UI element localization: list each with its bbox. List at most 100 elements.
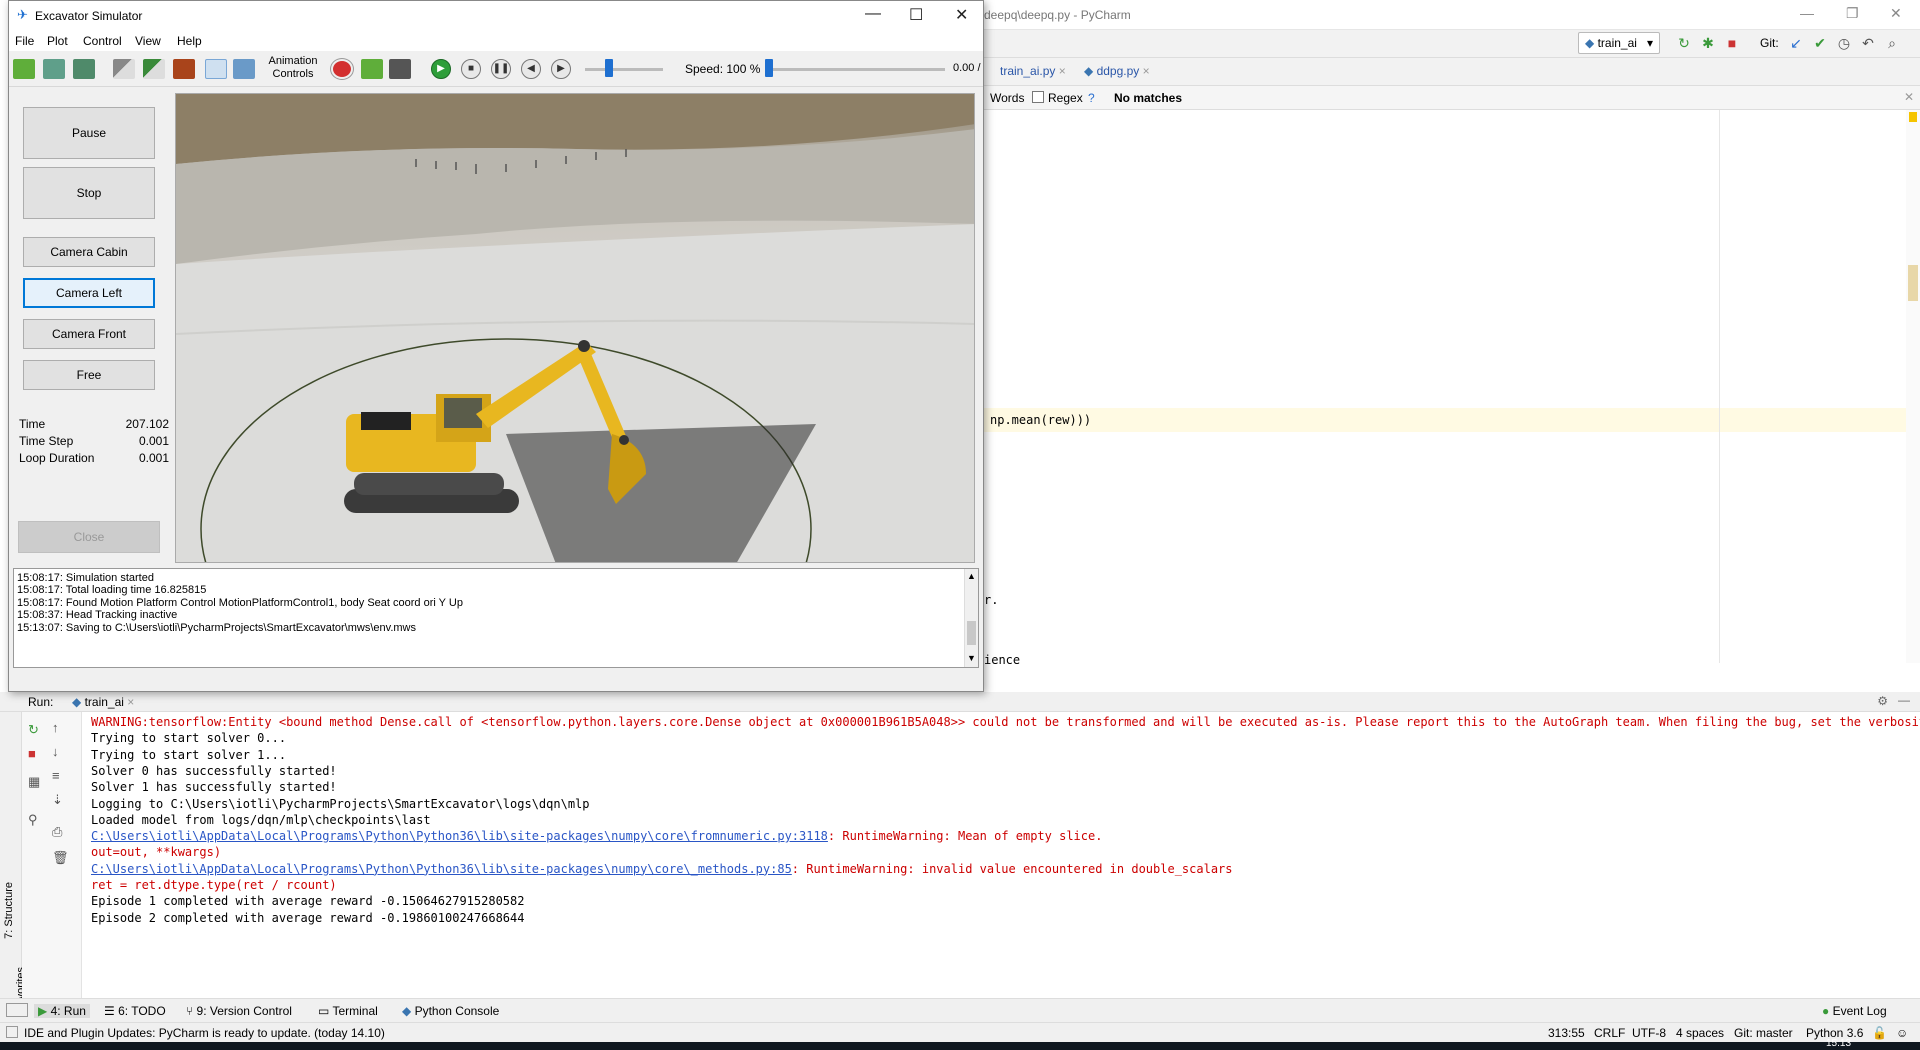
- log-scroll-thumb[interactable]: [967, 621, 976, 645]
- menu-file[interactable]: File: [15, 34, 34, 48]
- pin-icon[interactable]: ⚲: [28, 812, 38, 828]
- debug-icon[interactable]: ✱: [1700, 35, 1716, 51]
- search-icon[interactable]: ⌕: [1884, 35, 1900, 51]
- scroll-up-icon[interactable]: ▲: [967, 571, 976, 581]
- run-tab[interactable]: ◆ train_ai ×: [72, 695, 134, 709]
- step-back-icon[interactable]: ◀: [521, 59, 541, 79]
- stop-button[interactable]: Stop: [23, 167, 155, 219]
- arrow-icon[interactable]: [113, 59, 135, 79]
- close-icon[interactable]: ✕: [1890, 5, 1902, 22]
- git-branch[interactable]: Git: master: [1734, 1026, 1793, 1040]
- close-icon[interactable]: ✕: [955, 5, 968, 25]
- layout-icon[interactable]: ▦: [28, 774, 40, 790]
- minimize-icon[interactable]: —: [865, 5, 881, 23]
- panel-toggle-icon[interactable]: [6, 1003, 28, 1017]
- maximize-icon[interactable]: ☐: [909, 5, 923, 25]
- tab-structure[interactable]: 7: Structure: [3, 882, 15, 939]
- git-commit-icon[interactable]: ✔: [1812, 35, 1828, 51]
- status-message[interactable]: IDE and Plugin Updates: PyCharm is ready…: [24, 1026, 385, 1040]
- camera-front-button[interactable]: Camera Front: [23, 319, 155, 349]
- console-file-link[interactable]: C:\Users\iotli\AppData\Local\Programs\Py…: [91, 862, 792, 876]
- scroll-down-icon[interactable]: ▼: [967, 653, 976, 663]
- caret-position[interactable]: 313:55: [1548, 1026, 1585, 1040]
- history-icon[interactable]: ◷: [1836, 35, 1852, 51]
- console-file-link[interactable]: C:\Users\iotli\AppData\Local\Programs\Py…: [91, 829, 828, 843]
- camera-left-button[interactable]: Camera Left: [23, 278, 155, 308]
- event-log-tab[interactable]: ● Event Log: [1822, 1004, 1887, 1018]
- error-stripe[interactable]: [1906, 110, 1920, 663]
- time-slider[interactable]: [765, 68, 945, 71]
- arrow-green-icon[interactable]: [143, 59, 165, 79]
- record-icon[interactable]: [331, 59, 353, 79]
- animation-slider[interactable]: [585, 68, 663, 71]
- image-icon[interactable]: [233, 59, 255, 79]
- 3d-viewport[interactable]: [175, 93, 975, 563]
- restore-icon[interactable]: ❐: [1846, 5, 1859, 22]
- menu-help[interactable]: Help: [177, 34, 202, 48]
- open-icon[interactable]: [13, 59, 35, 79]
- inspector-icon[interactable]: ☺: [1896, 1026, 1908, 1040]
- soft-wrap-icon[interactable]: ≡: [52, 768, 60, 783]
- console-line: Episode 2 completed with average reward …: [91, 910, 525, 925]
- words-option[interactable]: Words: [990, 91, 1024, 105]
- camera-cabin-button[interactable]: Camera Cabin: [23, 237, 155, 267]
- tab-terminal[interactable]: ▭ Terminal: [318, 1004, 378, 1018]
- tab-version-control[interactable]: ⑂ 9: Version Control: [186, 1004, 292, 1018]
- code-fragment: r.: [984, 593, 999, 607]
- tab-todo[interactable]: ☰ 6: TODO: [104, 1004, 166, 1018]
- free-camera-button[interactable]: Free: [23, 360, 155, 390]
- git-update-icon[interactable]: ↙: [1788, 35, 1804, 51]
- gear-icon[interactable]: ⚙: [1877, 694, 1888, 708]
- up-icon[interactable]: ↑: [52, 720, 59, 735]
- simulation-log[interactable]: 15:08:17: Simulation started 15:08:17: To…: [13, 568, 979, 668]
- code-fragment: ience: [984, 653, 1021, 667]
- run-config-selector[interactable]: ◆ train_ai ▾: [1578, 32, 1660, 54]
- down-icon[interactable]: ↓: [52, 744, 59, 759]
- music-icon[interactable]: [205, 59, 227, 79]
- status-icon: [6, 1026, 18, 1038]
- regex-checkbox[interactable]: [1032, 91, 1044, 103]
- stop-icon[interactable]: ■: [28, 746, 36, 761]
- folder-icon[interactable]: [361, 59, 383, 79]
- play-icon[interactable]: ▶: [431, 59, 451, 79]
- rerun-icon[interactable]: ↻: [1676, 35, 1692, 51]
- minimize-icon[interactable]: —: [1800, 5, 1814, 21]
- tab-ddpg[interactable]: ◆ ddpg.py ×: [1084, 64, 1150, 78]
- run-label: Run:: [28, 695, 54, 709]
- time-readout: 0.00 /: [953, 62, 981, 74]
- code-editor[interactable]: np.mean(rew))) r. ience: [984, 110, 1920, 667]
- simulator-title: Excavator Simulator: [35, 9, 143, 23]
- print-icon[interactable]: ⎙: [52, 824, 62, 840]
- menu-view[interactable]: View: [135, 34, 161, 48]
- animation-slider-thumb[interactable]: [605, 59, 613, 77]
- save-icon[interactable]: [389, 59, 411, 79]
- stop-icon[interactable]: ■: [461, 59, 481, 79]
- scroll-end-icon[interactable]: ⇣: [52, 792, 63, 808]
- tab-python-console[interactable]: ◆ Python Console: [402, 1004, 499, 1018]
- run-console[interactable]: WARNING:tensorflow:Entity <bound method …: [82, 712, 1920, 998]
- window-icon[interactable]: [173, 59, 195, 79]
- tab-train-ai[interactable]: train_ai.py ×: [1000, 64, 1066, 78]
- pause-icon[interactable]: ❚❚: [491, 59, 511, 79]
- time-slider-thumb[interactable]: [765, 59, 773, 77]
- network-alt-icon[interactable]: [73, 59, 95, 79]
- line-separator[interactable]: CRLF: [1594, 1026, 1625, 1040]
- step-forward-icon[interactable]: ▶: [551, 59, 571, 79]
- close-find-icon[interactable]: ✕: [1904, 90, 1914, 104]
- log-scrollbar[interactable]: ▲ ▼: [964, 569, 978, 667]
- menu-plot[interactable]: Plot: [47, 34, 68, 48]
- indent-setting[interactable]: 4 spaces: [1676, 1026, 1724, 1040]
- help-icon[interactable]: ?: [1088, 91, 1095, 105]
- hide-icon[interactable]: —: [1898, 693, 1910, 707]
- menu-control[interactable]: Control: [83, 34, 122, 48]
- pause-button[interactable]: Pause: [23, 107, 155, 159]
- rerun-icon[interactable]: ↻: [28, 722, 39, 738]
- file-encoding[interactable]: UTF-8: [1632, 1026, 1666, 1040]
- network-icon[interactable]: [43, 59, 65, 79]
- revert-icon[interactable]: ↶: [1860, 35, 1876, 51]
- lock-icon[interactable]: 🔓: [1872, 1026, 1887, 1040]
- tab-run[interactable]: ▶ 4: Run: [34, 1004, 90, 1018]
- close-button[interactable]: Close: [18, 521, 160, 553]
- stop-icon[interactable]: ■: [1724, 35, 1740, 51]
- trash-icon[interactable]: 🗑: [52, 850, 69, 866]
